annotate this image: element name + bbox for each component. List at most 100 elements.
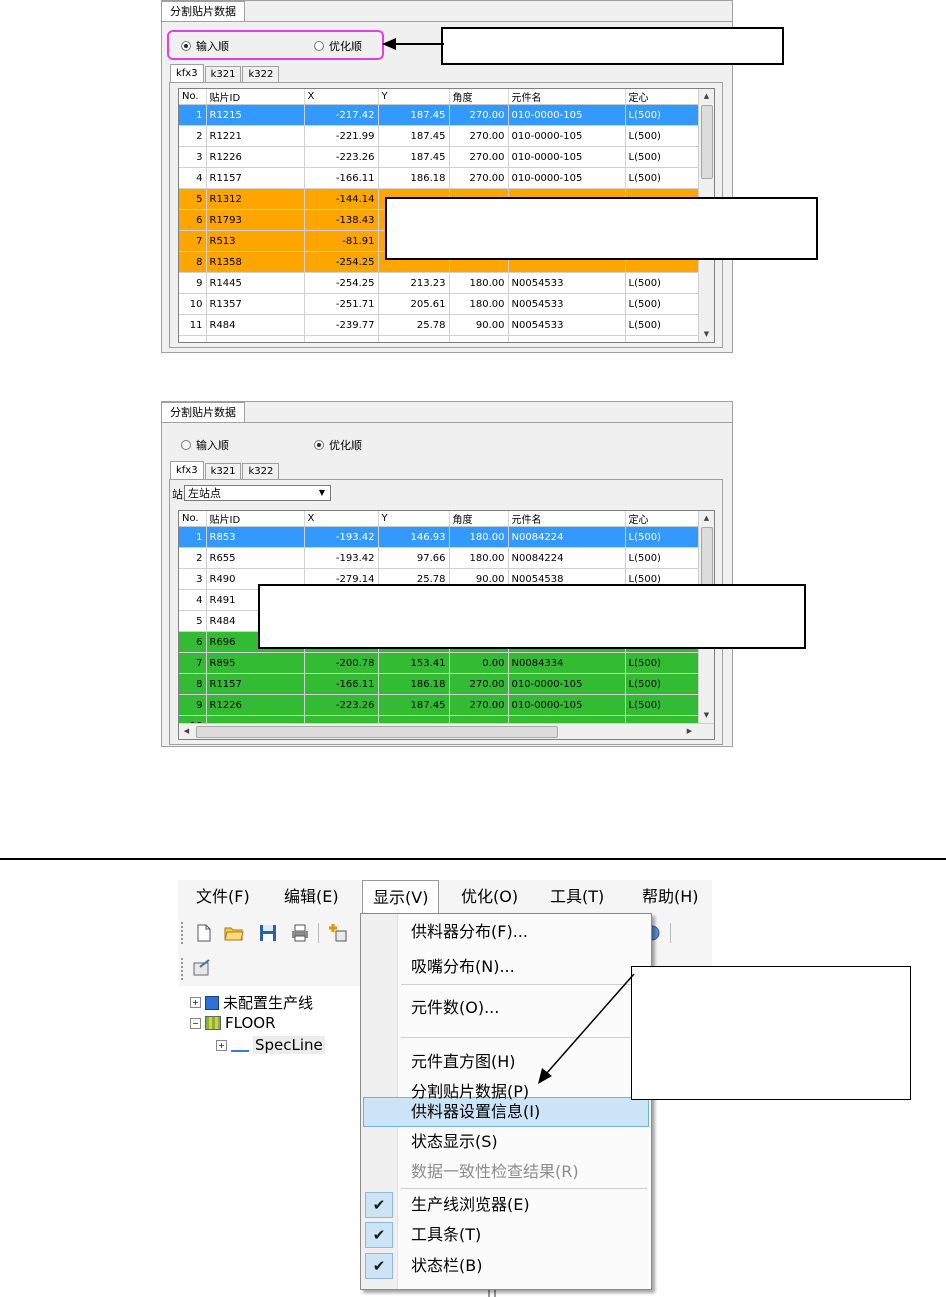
annotation-arrow: [382, 38, 444, 50]
cell-no: 7: [179, 652, 207, 674]
cell-part: N0084334: [508, 652, 626, 674]
scroll-up-icon[interactable]: ▲: [699, 89, 714, 104]
column-header-angle[interactable]: 角度: [449, 511, 509, 527]
table-row[interactable]: 9 R1226 -223.26 187.45 270.00 010-0000-105 L(5…: [179, 694, 700, 716]
table-row[interactable]: 11 R484 -239.77 25.78 90.00 N0054533 L(500): [179, 314, 700, 336]
table-row[interactable]: 4 R1157 -166.11 186.18 270.00 010-0000-105 L(5…: [179, 167, 700, 189]
table-row[interactable]: 10 R1357 -251.71 205.61 180.00 N0054533 L(500): [179, 293, 700, 315]
radio-optimized-order[interactable]: 优化顺: [314, 38, 362, 54]
table-row[interactable]: 3 R1226 -223.26 187.45 270.00 010-0000-105 L(5…: [179, 146, 700, 168]
menu-item[interactable]: 元件直方图(H): [411, 1047, 516, 1077]
tab-kfx3[interactable]: kfx3: [170, 461, 204, 480]
menu-item[interactable]: 生产线浏览器(E): [411, 1190, 530, 1220]
tab-k321[interactable]: k321: [204, 463, 242, 480]
panel-title-tab[interactable]: 分割贴片数据: [161, 402, 245, 423]
table-row[interactable]: 8 R1157 -166.11 186.18 270.00 010-0000-105 L(5…: [179, 673, 700, 695]
radio-optimized-order[interactable]: 优化顺: [314, 437, 362, 453]
horizontal-scrollbar[interactable]: ◀ ▶: [179, 723, 714, 739]
column-header-no[interactable]: No.: [179, 511, 207, 527]
cell-x: -223.26: [304, 146, 379, 168]
table-row[interactable]: 1 R853 -193.42 146.93 180.00 N0084224 L(500): [179, 526, 700, 548]
column-header-part[interactable]: 元件名: [508, 89, 626, 105]
tab-k322[interactable]: k322: [242, 66, 280, 83]
add-item-icon[interactable]: [328, 923, 348, 943]
column-header-x[interactable]: X: [304, 511, 379, 527]
cell-no: 12: [179, 335, 207, 342]
cell-part: 010-0000-105: [508, 694, 626, 716]
scroll-thumb[interactable]: [701, 105, 713, 179]
menu-item[interactable]: 供料器分布(F)...: [411, 917, 528, 947]
tree-item-specline[interactable]: + SpecLine: [216, 1036, 325, 1054]
cell-x: -254.25: [304, 251, 379, 273]
radio-button[interactable]: [181, 41, 191, 51]
annotation-box-green-rows: [258, 584, 806, 649]
table-row[interactable]: 12: [179, 335, 700, 342]
cell-angle: 0.00: [449, 652, 509, 674]
table-row[interactable]: 2 R1221 -221.99 187.45 270.00 010-0000-105 L(5…: [179, 125, 700, 147]
new-file-icon[interactable]: [194, 923, 214, 943]
table-row[interactable]: 9 R1445 -254.25 213.23 180.00 N0054533 L(500): [179, 272, 700, 294]
expand-icon[interactable]: +: [216, 1039, 227, 1051]
column-header-center[interactable]: 定心: [625, 511, 700, 527]
menu-view[interactable]: 显示(V): [362, 880, 440, 914]
column-header-y[interactable]: Y: [378, 511, 450, 527]
menu-help[interactable]: 帮助(H): [632, 880, 709, 914]
table-row[interactable]: 7 R895 -200.78 153.41 0.00 N0084334 L(500): [179, 652, 700, 674]
column-header-y[interactable]: Y: [378, 89, 450, 105]
cell-angle: 270.00: [449, 104, 509, 126]
tree-item-unconfigured-line[interactable]: + 未配置生产线: [190, 992, 313, 1013]
column-header-center[interactable]: 定心: [625, 89, 700, 105]
menu-edit[interactable]: 编辑(E): [274, 880, 349, 914]
menu-item[interactable]: 状态显示(S): [411, 1127, 498, 1157]
tab-k322[interactable]: k322: [242, 463, 280, 480]
table-row[interactable]: 2 R655 -193.42 97.66 180.00 N0084224 L(500): [179, 547, 700, 569]
menu-item[interactable]: 供料器设置信息(I): [411, 1097, 540, 1127]
column-header-no[interactable]: No.: [179, 89, 207, 105]
chevron-down-icon[interactable]: ▼: [314, 486, 330, 500]
scroll-down-icon[interactable]: ▼: [699, 708, 714, 723]
scroll-left-icon[interactable]: ◀: [179, 724, 194, 739]
open-folder-icon[interactable]: [224, 923, 244, 943]
table-row[interactable]: 1 R1215 -217.42 187.45 270.00 010-0000-105 L(5…: [179, 104, 700, 126]
tab-k321[interactable]: k321: [204, 66, 242, 83]
column-header-id[interactable]: 贴片ID: [206, 89, 305, 105]
tab-kfx3[interactable]: kfx3: [170, 64, 204, 83]
cell-center: L(500): [625, 526, 700, 548]
menu-tools[interactable]: 工具(T): [540, 880, 614, 914]
cell-y: 186.18: [378, 167, 450, 189]
cell-y: 97.66: [378, 547, 450, 569]
column-header-part[interactable]: 元件名: [508, 511, 626, 527]
radio-button[interactable]: [181, 440, 191, 450]
radio-input-order[interactable]: 输入顺: [181, 38, 229, 54]
menu-item[interactable]: 工具条(T): [411, 1220, 481, 1250]
print-icon[interactable]: [290, 923, 310, 943]
menu-item[interactable]: 状态栏(B): [411, 1251, 482, 1281]
scroll-up-icon[interactable]: ▲: [699, 511, 714, 526]
column-header-id[interactable]: 贴片ID: [206, 511, 305, 527]
collapse-icon[interactable]: −: [190, 1017, 201, 1029]
scroll-thumb[interactable]: [196, 726, 558, 738]
save-icon[interactable]: [258, 923, 278, 943]
tree-item-floor[interactable]: − FLOOR: [190, 1014, 276, 1032]
cell-no: 4: [179, 589, 207, 611]
cell-center: L(500): [625, 673, 700, 695]
radio-label: 输入顺: [196, 439, 229, 452]
radio-button[interactable]: [314, 440, 324, 450]
menu-optimize[interactable]: 优化(O): [451, 880, 528, 914]
cell-angle: 270.00: [449, 167, 509, 189]
station-select[interactable]: 左站点 ▼: [184, 485, 331, 501]
cell-id: R1215: [206, 104, 305, 126]
cell-center: L(500): [625, 314, 700, 336]
scroll-right-icon[interactable]: ▶: [682, 724, 697, 739]
panel-title-tab[interactable]: 分割贴片数据: [161, 1, 245, 22]
column-header-x[interactable]: X: [304, 89, 379, 105]
radio-input-order[interactable]: 输入顺: [181, 437, 229, 453]
radio-button[interactable]: [314, 41, 324, 51]
scroll-down-icon[interactable]: ▼: [699, 327, 714, 342]
menu-item[interactable]: 元件数(O)...: [411, 993, 499, 1023]
column-header-angle[interactable]: 角度: [449, 89, 509, 105]
menu-item[interactable]: 吸嘴分布(N)...: [411, 952, 515, 982]
expand-icon[interactable]: +: [190, 997, 201, 1008]
properties-icon[interactable]: [192, 958, 212, 978]
menu-file[interactable]: 文件(F): [186, 880, 260, 914]
